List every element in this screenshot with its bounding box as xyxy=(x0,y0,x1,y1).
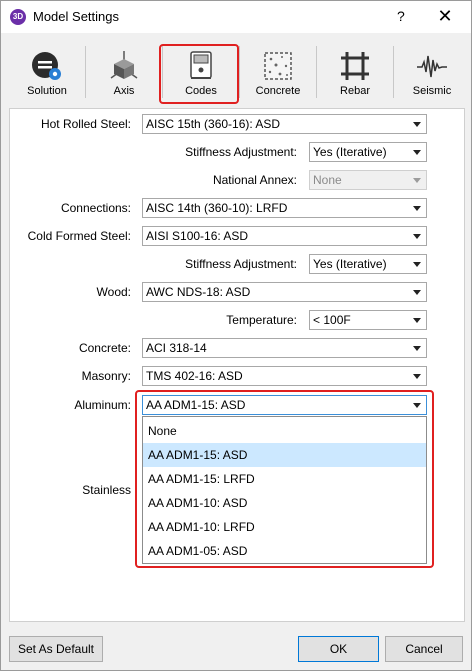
hot-rolled-steel-value: AISC 15th (360-16): ASD xyxy=(146,117,281,131)
national-annex-select: None xyxy=(309,170,427,190)
chevron-down-icon xyxy=(413,122,421,127)
ok-button[interactable]: OK xyxy=(298,636,379,662)
masonry-label: Masonry: xyxy=(81,369,131,383)
cold-formed-steel-value: AISI S100-16: ASD xyxy=(146,229,249,243)
cold-formed-steel-label: Cold Formed Steel: xyxy=(27,229,131,243)
set-as-default-button[interactable]: Set As Default xyxy=(9,636,103,662)
chevron-down-icon xyxy=(413,262,421,267)
hot-rolled-steel-label: Hot Rolled Steel: xyxy=(40,117,131,131)
tab-label: Concrete xyxy=(255,85,301,97)
tab-seismic[interactable]: Seismic xyxy=(394,42,470,102)
connections-label: Connections: xyxy=(60,201,131,215)
temperature-label: Temperature: xyxy=(226,313,297,327)
model-settings-dialog: 3D Model Settings ? ✕ Solution Axis Code… xyxy=(0,0,472,671)
chevron-down-icon xyxy=(413,178,421,183)
wood-label: Wood: xyxy=(96,285,131,299)
masonry-select[interactable]: TMS 402-16: ASD xyxy=(142,366,427,386)
axis-icon xyxy=(110,51,138,79)
concrete-label: Concrete: xyxy=(78,341,131,355)
chevron-down-icon xyxy=(413,346,421,351)
wood-value: AWC NDS-18: ASD xyxy=(146,285,251,299)
rebar-icon xyxy=(341,52,369,80)
concrete-icon xyxy=(264,52,292,80)
concrete-value: ACI 318-14 xyxy=(146,341,207,355)
chevron-down-icon xyxy=(413,290,421,295)
national-annex-value: None xyxy=(313,173,342,187)
concrete-select[interactable]: ACI 318-14 xyxy=(142,338,427,358)
temperature-select[interactable]: < 100F xyxy=(309,310,427,330)
hot-rolled-steel-select[interactable]: AISC 15th (360-16): ASD xyxy=(142,114,427,134)
connections-value: AISC 14th (360-10): LRFD xyxy=(146,201,288,215)
solution-icon xyxy=(32,52,61,80)
tab-label: Seismic xyxy=(412,85,452,97)
tab-label: Axis xyxy=(113,85,135,97)
tab-axis[interactable]: Axis xyxy=(86,42,162,102)
stiffness-adjustment-select[interactable]: Yes (Iterative) xyxy=(309,254,427,274)
tab-label: Solution xyxy=(27,85,67,97)
codes-tab-highlight xyxy=(159,44,239,104)
cold-formed-steel-select[interactable]: AISI S100-16: ASD xyxy=(142,226,427,246)
seismic-icon xyxy=(417,55,447,78)
app-3d-icon: 3D xyxy=(10,9,26,25)
chevron-down-icon xyxy=(413,150,421,155)
aluminum-highlight xyxy=(135,390,434,568)
title-bar: 3D Model Settings ? ✕ xyxy=(1,1,471,33)
window-title: Model Settings xyxy=(33,9,119,24)
chevron-down-icon xyxy=(413,374,421,379)
cancel-button[interactable]: Cancel xyxy=(385,636,463,662)
stiffness-adjustment-value: Yes (Iterative) xyxy=(313,257,387,271)
help-button[interactable]: ? xyxy=(397,8,405,24)
chevron-down-icon xyxy=(413,206,421,211)
tab-rebar[interactable]: Rebar xyxy=(317,42,393,102)
tab-concrete[interactable]: Concrete xyxy=(240,42,316,102)
masonry-value: TMS 402-16: ASD xyxy=(146,369,243,383)
national-annex-label: National Annex: xyxy=(212,173,297,187)
stiffness-adjustment-label: Stiffness Adjustment: xyxy=(185,257,297,271)
chevron-down-icon xyxy=(413,318,421,323)
stiffness-adjustment-select[interactable]: Yes (Iterative) xyxy=(309,142,427,162)
chevron-down-icon xyxy=(413,234,421,239)
tab-label: Rebar xyxy=(340,85,370,97)
close-button[interactable]: ✕ xyxy=(433,6,457,28)
connections-select[interactable]: AISC 14th (360-10): LRFD xyxy=(142,198,427,218)
aluminum-label: Aluminum: xyxy=(74,398,131,412)
temperature-value: < 100F xyxy=(313,313,351,327)
stainless-label: Stainless xyxy=(82,483,131,497)
wood-select[interactable]: AWC NDS-18: ASD xyxy=(142,282,427,302)
tab-solution[interactable]: Solution xyxy=(9,42,85,102)
stiffness-adjustment-value: Yes (Iterative) xyxy=(313,145,387,159)
stiffness-adjustment-label: Stiffness Adjustment: xyxy=(185,145,297,159)
